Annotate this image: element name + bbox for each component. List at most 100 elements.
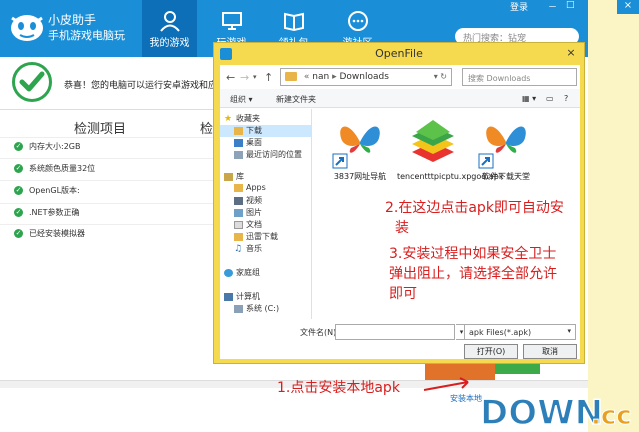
column-header-result: 检 — [200, 122, 214, 137]
forward-arrow-icon[interactable]: → — [240, 71, 249, 84]
tree-item-favorites[interactable]: ★ 收藏夹 — [220, 113, 311, 125]
breadcrumb-downloads[interactable]: Downloads — [339, 72, 388, 82]
tab-my-games[interactable]: 我的游戏 — [142, 0, 197, 57]
drive-icon — [234, 304, 243, 313]
video-icon — [234, 196, 243, 205]
tree-item-videos[interactable]: 视频 — [220, 195, 311, 207]
divider — [0, 224, 215, 225]
desktop-icon — [234, 138, 243, 147]
homegroup-icon — [224, 268, 233, 277]
user-icon — [159, 11, 180, 32]
chevron-down-icon: ▾ — [567, 327, 571, 335]
tree-item-computer[interactable]: 计算机 — [220, 291, 311, 303]
tree-item-documents[interactable]: 文档 — [220, 219, 311, 231]
picture-icon — [234, 208, 243, 217]
folder-icon — [285, 72, 297, 81]
folder-icon — [234, 183, 243, 192]
tree-item-libraries[interactable]: 库 — [220, 171, 311, 183]
divider — [0, 158, 215, 159]
check-item: ✓ 系统颜色质量32位 — [14, 164, 96, 173]
organize-menu[interactable]: 组织 ▾ — [230, 94, 253, 105]
open-button[interactable]: 打开(O) — [464, 344, 518, 359]
address-row: ← → ▾ ↑ « nan ▸ Downloads ▾ ↻ 搜索 Downloa… — [220, 67, 580, 87]
svg-text:DOWN: DOWN — [480, 393, 603, 432]
preview-pane-icon[interactable]: ▭ — [546, 94, 554, 103]
dialog-close-button[interactable]: × — [559, 46, 583, 60]
music-icon: ♫ — [234, 243, 243, 254]
app-subtitle: 手机游戏电脑玩 — [48, 29, 125, 42]
background-panel — [588, 0, 639, 432]
file-name: tencentttpicptu.xpgod.apk — [397, 172, 504, 181]
divider — [0, 203, 215, 204]
new-folder-button[interactable]: 新建文件夹 — [276, 94, 316, 105]
computer-icon — [224, 292, 233, 301]
tree-item-homegroup[interactable]: 家庭组 — [220, 267, 311, 279]
tree-item-recent[interactable]: 最近访问的位置 — [220, 149, 311, 161]
annotation-step1: 1.点击安装本地apk — [277, 380, 400, 396]
check-icon: ✓ — [14, 208, 23, 217]
tree-item-thunder-downloads[interactable]: 迅雷下载 — [220, 231, 311, 243]
tree-item-apps[interactable]: Apps — [220, 183, 311, 195]
column-header-items: 检测项目 — [74, 122, 127, 137]
check-item: ✓ 内存大小:2GB — [14, 142, 81, 151]
minimize-button[interactable]: － — [548, 0, 557, 13]
tree-item-drive-c[interactable]: 系统 (C:) — [220, 303, 311, 315]
dialog-title: OpenFile — [375, 47, 423, 60]
tree-item-music[interactable]: ♫ 音乐 — [220, 243, 311, 255]
star-icon: ★ — [224, 113, 233, 124]
address-bar[interactable]: « nan ▸ Downloads ▾ ↻ — [280, 68, 452, 86]
up-arrow-icon[interactable]: ↑ — [264, 71, 273, 84]
filetype-value: apk Files(*.apk) — [469, 328, 532, 337]
folder-icon — [234, 232, 243, 241]
window-controls: 登录 － □ — [508, 0, 588, 14]
check-icon: ✓ — [14, 229, 23, 238]
file-name: 软件下载天堂 — [482, 172, 530, 181]
check-icon: ✓ — [14, 142, 23, 151]
filename-label: 文件名(N): — [300, 328, 339, 337]
breadcrumb-nan[interactable]: nan — [312, 72, 329, 82]
cancel-button[interactable]: 取消 — [523, 344, 577, 359]
document-icon — [234, 220, 243, 229]
dialog-toolbar: 组织 ▾ 新建文件夹 ▦ ▾ ▭ ? — [220, 89, 580, 108]
svg-text:.cc: .cc — [591, 401, 632, 431]
file-item[interactable]: 3837网址导航 — [325, 112, 395, 202]
filetype-select[interactable]: apk Files(*.apk) ▾ — [464, 324, 576, 340]
file-item[interactable]: 软件下载天堂 — [471, 112, 541, 202]
down-cc-watermark-logo: DOWN .cc — [479, 392, 632, 432]
annotation-step2: 2.在这边点击apk即可自动安 装 — [385, 200, 564, 236]
annotation-step3: 3.安装过程中如果安全卫士 弹出阻止，请选择全部允许 即可 — [389, 246, 557, 302]
library-icon — [224, 172, 233, 181]
tree-item-downloads[interactable]: 下载 — [220, 125, 311, 137]
butterfly-shortcut-icon — [477, 112, 535, 170]
history-dropdown-icon[interactable]: ▾ — [253, 73, 257, 81]
check-item: ✓ OpenGL版本: — [14, 186, 80, 195]
tree-item-desktop[interactable]: 桌面 — [220, 137, 311, 149]
login-link[interactable]: 登录 — [510, 0, 528, 13]
navigation-tree: ★ 收藏夹 下载 桌面 最近访问的位置 库 Apps 视频 图片 文档 迅雷下载 … — [220, 109, 312, 319]
check-icon: ✓ — [14, 164, 23, 173]
maximize-button[interactable]: □ — [566, 0, 575, 10]
recent-icon — [234, 150, 243, 159]
help-icon[interactable]: ? — [564, 94, 568, 103]
dialog-search-input[interactable]: 搜索 Downloads — [462, 68, 577, 86]
address-dropdown-icon[interactable]: ▾ ↻ — [434, 72, 447, 81]
check-item: ✓ .NET参数正确 — [14, 208, 80, 217]
filename-row: 文件名(N): ▾ apk Files(*.apk) ▾ — [220, 323, 580, 341]
check-icon: ✓ — [14, 186, 23, 195]
view-options-icon[interactable]: ▦ ▾ — [522, 94, 536, 103]
app-logo-icon — [11, 15, 43, 41]
success-check-icon — [12, 62, 52, 102]
filename-input[interactable] — [335, 324, 455, 340]
chat-icon — [347, 11, 368, 31]
divider — [0, 180, 215, 181]
book-icon — [283, 12, 304, 32]
file-item[interactable]: tencentttpicptu.xpgod.apk — [397, 112, 504, 202]
back-arrow-icon[interactable]: ← — [226, 71, 235, 84]
annotation-arrow-icon — [423, 377, 469, 391]
bluestacks-apk-icon — [404, 112, 462, 170]
app-close-button[interactable]: × — [617, 0, 639, 14]
download-folder-icon — [234, 126, 243, 135]
divider — [0, 137, 215, 138]
monitor-icon — [221, 12, 242, 30]
tree-item-pictures[interactable]: 图片 — [220, 207, 311, 219]
